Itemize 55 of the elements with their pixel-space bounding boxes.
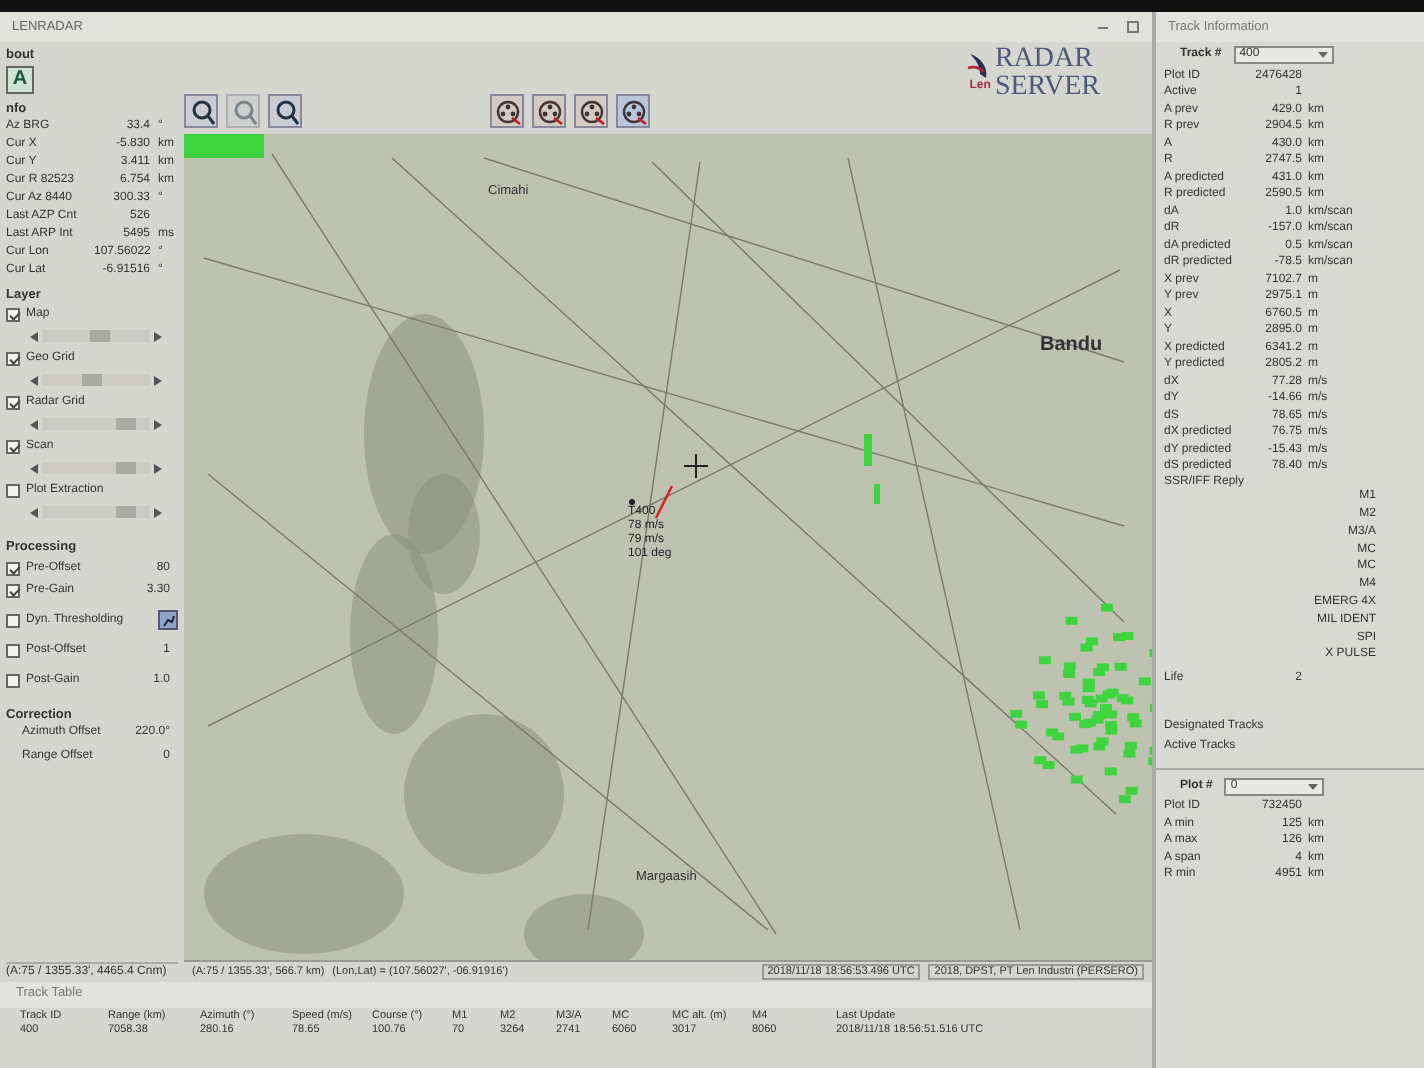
checkbox[interactable]	[6, 561, 20, 576]
reel-icon	[493, 97, 521, 125]
slider-track[interactable]	[42, 462, 150, 475]
arrow-left-icon[interactable]	[30, 419, 38, 430]
zoom-out-icon	[271, 97, 299, 125]
arrow-left-icon[interactable]	[30, 507, 38, 518]
checkbox[interactable]	[6, 351, 20, 366]
maximize-icon[interactable]	[1126, 20, 1140, 34]
toolbar-button[interactable]	[184, 94, 218, 128]
slider-track[interactable]	[42, 506, 150, 519]
slider-thumb[interactable]	[90, 330, 111, 343]
reel-icon	[535, 97, 563, 125]
arrow-right-icon[interactable]	[154, 331, 162, 342]
toolbar-button[interactable]	[574, 94, 608, 128]
slider-track[interactable]	[42, 418, 150, 431]
toolbar-button[interactable]	[490, 94, 524, 128]
arrow-left-icon[interactable]	[30, 375, 38, 386]
settings-button[interactable]	[158, 610, 178, 631]
arrow-right-icon[interactable]	[154, 419, 162, 430]
place-label: Bandu	[1040, 334, 1103, 358]
checkbox[interactable]	[6, 643, 20, 658]
track-vector-icon	[629, 485, 674, 519]
slider-thumb[interactable]	[116, 506, 137, 519]
slider-thumb[interactable]	[81, 374, 102, 387]
checkbox[interactable]	[6, 583, 20, 598]
arrow-left-icon[interactable]	[30, 331, 38, 342]
graph-icon	[161, 613, 175, 628]
slider-track[interactable]	[42, 374, 150, 387]
arrow-right-icon[interactable]	[154, 507, 162, 518]
reel-icon	[619, 97, 647, 125]
zoom-in-icon	[187, 97, 215, 125]
crosshair-icon	[683, 453, 709, 479]
arrow-left-icon[interactable]	[30, 463, 38, 474]
about-button[interactable]: A	[6, 65, 34, 94]
logo-icon	[966, 52, 991, 81]
toolbar-button[interactable]	[532, 94, 566, 128]
slider-thumb[interactable]	[116, 418, 137, 431]
checkbox[interactable]	[6, 307, 20, 322]
arrow-right-icon[interactable]	[154, 463, 162, 474]
toolbar-button[interactable]	[268, 94, 302, 128]
toolbar-button[interactable]	[616, 94, 650, 128]
caret-icon	[1317, 52, 1328, 58]
arrow-right-icon[interactable]	[154, 375, 162, 386]
checkbox[interactable]	[6, 439, 20, 454]
checkbox[interactable]	[6, 483, 20, 498]
checkbox[interactable]	[6, 395, 20, 410]
slider-thumb[interactable]	[116, 462, 137, 475]
zoom-icon	[229, 97, 257, 125]
checkbox[interactable]	[6, 673, 20, 688]
slider-track[interactable]	[42, 330, 150, 343]
checkbox[interactable]	[6, 613, 20, 628]
logo-text: SERVER	[994, 74, 1100, 102]
reel-icon	[577, 97, 605, 125]
caret-icon	[1308, 783, 1319, 790]
logo-text: RADAR	[994, 46, 1095, 74]
